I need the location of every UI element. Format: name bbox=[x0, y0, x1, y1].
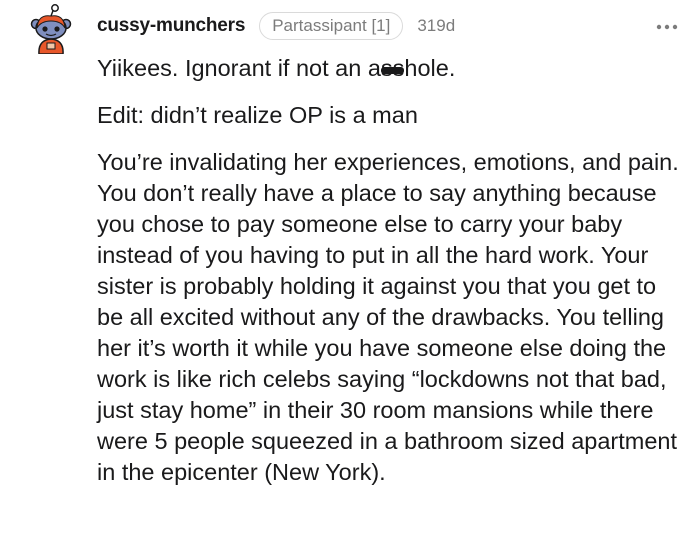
username[interactable]: cussy-munchers bbox=[97, 15, 245, 37]
comment-header: cussy-munchers Partassipant [1] 319d bbox=[97, 12, 455, 40]
snoo-avatar-icon bbox=[30, 4, 72, 55]
censor-bar bbox=[380, 67, 405, 74]
more-options-button[interactable] bbox=[655, 18, 679, 30]
comment-age: 319d bbox=[417, 16, 456, 35]
more-horizontal-icon bbox=[656, 24, 678, 30]
user-flair: Partassipant [1] bbox=[259, 12, 404, 40]
paragraph-text: hole. bbox=[404, 55, 456, 81]
comment-paragraph: Edit: didn’t realize OP is a man bbox=[97, 102, 418, 128]
censored-word: ss bbox=[380, 53, 405, 84]
avatar[interactable] bbox=[30, 4, 72, 55]
paragraph-text: Yiikees. Ignorant if not an a bbox=[97, 55, 381, 81]
comment-paragraph: You’re invalidating her experiences, emo… bbox=[97, 149, 679, 485]
comment: cussy-munchers Partassipant [1] 319d Yii… bbox=[0, 0, 700, 553]
comment-body: Yiikees. Ignorant if not an asshole. Edi… bbox=[97, 53, 687, 488]
comment-paragraph: Yiikees. Ignorant if not an asshole. bbox=[97, 53, 687, 84]
